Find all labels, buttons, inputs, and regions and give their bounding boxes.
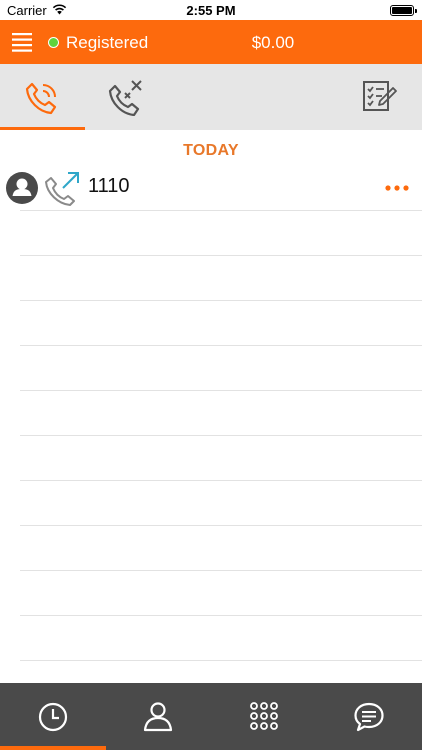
nav-chat[interactable]: [316, 683, 422, 750]
selected-tab-indicator: [0, 127, 85, 130]
call-number: 1110: [88, 175, 130, 197]
call-log-row[interactable]: 1110: [0, 166, 422, 211]
registration-status-dot: [48, 37, 59, 48]
registration-status: Registered: [66, 33, 149, 52]
more-dots-icon[interactable]: [381, 174, 413, 202]
list-divider: [20, 660, 422, 661]
tab-edit-list[interactable]: [342, 64, 422, 130]
list-divider: [20, 570, 422, 571]
list-divider: [20, 210, 422, 211]
list-divider: [20, 345, 422, 346]
list-divider: [20, 615, 422, 616]
list-divider: [20, 300, 422, 301]
keypad-icon: [250, 702, 278, 730]
status-time: 2:55 PM: [186, 3, 236, 18]
checklist-edit-icon: [363, 81, 397, 111]
selected-nav-indicator: [0, 746, 106, 750]
call-tabs: [0, 64, 422, 130]
list-divider: [20, 390, 422, 391]
status-bar: Carrier 2:55 PM: [0, 0, 422, 20]
outgoing-call-icon: [45, 172, 79, 206]
recents-clock-icon: [38, 702, 68, 732]
list-divider: [20, 480, 422, 481]
contacts-person-icon: [143, 702, 173, 732]
hamburger-menu-icon[interactable]: [10, 30, 34, 54]
chat-icon: [354, 702, 384, 732]
call-history-icon: [25, 82, 57, 115]
section-header-today: TODAY: [183, 142, 239, 159]
list-divider: [20, 435, 422, 436]
tab-missed-calls[interactable]: [90, 64, 170, 130]
missed-calls-icon: [108, 80, 142, 116]
list-divider: [20, 255, 422, 256]
battery-icon: [390, 5, 417, 16]
list-divider: [20, 525, 422, 526]
nav-contacts[interactable]: [106, 683, 211, 750]
person-icon: [12, 178, 32, 196]
nav-recents[interactable]: [0, 683, 106, 750]
account-balance: $0.00: [251, 33, 295, 52]
bottom-navigation: [0, 683, 422, 750]
app-header: Registered $0.00: [0, 20, 422, 64]
tab-call-history[interactable]: [0, 64, 85, 130]
nav-keypad[interactable]: [211, 683, 316, 750]
contact-avatar: [6, 172, 38, 204]
